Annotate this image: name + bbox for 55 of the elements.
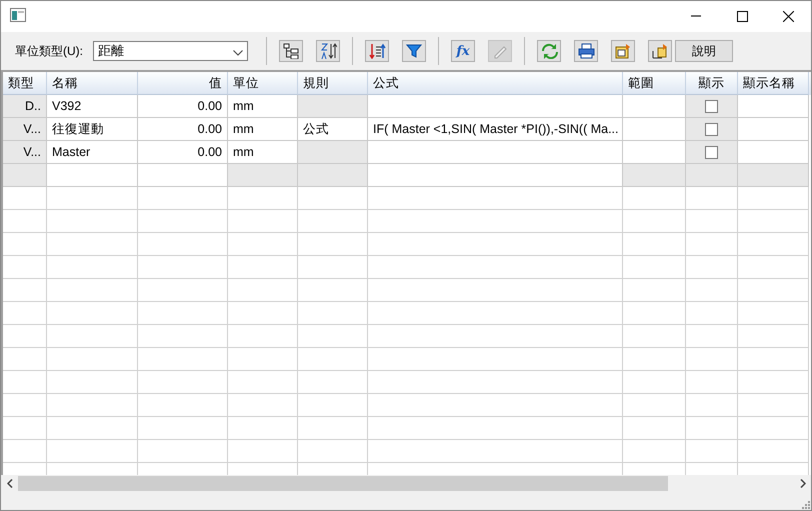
bar-arrow-button[interactable] [648, 40, 672, 62]
tree-icon [282, 43, 300, 59]
sort-order-button[interactable] [365, 40, 389, 62]
help-button[interactable]: 說明 [675, 40, 733, 62]
column-header[interactable]: 單位 [228, 72, 298, 95]
chevron-right-icon[interactable] [800, 479, 806, 488]
tree-button[interactable] [279, 40, 303, 62]
sort-button[interactable] [316, 40, 340, 62]
table-cell: V... [3, 118, 47, 141]
refresh-icon [540, 43, 558, 59]
table-cell: 0.00 [138, 118, 228, 141]
filter-button[interactable] [402, 40, 426, 62]
table-cell [298, 164, 368, 187]
app-icon [10, 8, 26, 22]
table-cell: V392 [47, 95, 138, 118]
table-cell: IF( Master <1,SIN( Master *PI()),-SIN(( Ma... [368, 118, 623, 141]
filter-icon [406, 43, 422, 59]
sort-order-icon [368, 43, 386, 59]
table-cell [228, 164, 298, 187]
column-header[interactable]: 公式 [368, 72, 623, 95]
table-cell: V... [3, 141, 47, 164]
table-cell: D.. [3, 95, 47, 118]
column-header[interactable]: 範圍 [623, 72, 686, 95]
bar-arrow-icon [652, 43, 668, 59]
checkbox[interactable] [705, 146, 718, 158]
document-arrow-button[interactable] [611, 40, 635, 62]
maximize-icon[interactable] [736, 11, 748, 22]
resize-grip-icon[interactable] [801, 500, 811, 510]
column-header[interactable]: 名稱 [47, 72, 138, 95]
table-cell: 往復運動 [47, 118, 138, 141]
function-button[interactable]: fx [451, 40, 475, 62]
table-cell [298, 141, 368, 164]
table-cell [738, 164, 809, 187]
table-cell [3, 164, 47, 187]
table-cell [298, 95, 368, 118]
column-header[interactable]: 顯示名稱 [738, 72, 809, 95]
table-cell: 0.00 [138, 141, 228, 164]
unit-type-label: 單位類型(U): [15, 42, 83, 60]
column-header[interactable]: 值 [138, 72, 228, 95]
table-cell: mm [228, 118, 298, 141]
sort-icon [320, 43, 336, 59]
document-arrow-icon [614, 43, 632, 59]
printer-icon [578, 43, 594, 59]
checkbox[interactable] [705, 122, 718, 136]
close-icon[interactable] [782, 11, 794, 22]
table-cell: 0.00 [138, 95, 228, 118]
checkbox[interactable] [705, 100, 718, 112]
table-cell [623, 164, 686, 187]
refresh-button[interactable] [537, 40, 561, 62]
scrollbar-thumb[interactable] [18, 476, 668, 491]
printer-button[interactable] [574, 40, 598, 62]
chevron-left-icon[interactable] [6, 479, 12, 488]
unit-type-dropdown[interactable]: 距離 [93, 41, 248, 61]
table-cell: Master [47, 141, 138, 164]
chevron-down-icon [233, 50, 243, 56]
